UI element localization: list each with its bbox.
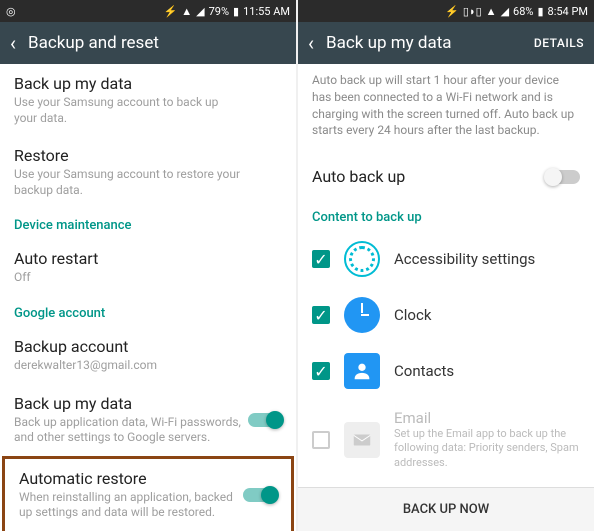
toggle-auto-restore[interactable] [243,488,277,502]
restore[interactable]: Restore Use your Samsung account to rest… [0,136,296,208]
item-sub: Off [14,270,282,286]
automatic-restore[interactable]: Automatic restore When reinstalling an a… [5,459,291,531]
phone-left: ◎ ⚡ ▲ ◢ 79% ▮ 11:55 AM ‹ Backup and rese… [0,0,296,531]
item-title: Auto restart [14,249,282,268]
wifi-icon: ▲ [181,5,192,18]
email-icon [344,422,380,458]
back-icon[interactable]: ‹ [10,31,16,55]
item-hint: Set up the Email app to back up the foll… [394,427,580,470]
list-item-message[interactable]: ✓ Message [298,480,594,487]
item-title: Back up my data [14,74,282,93]
page-title: Backup and reset [28,33,159,53]
battery-pct: 79% [209,5,229,18]
item-label: Accessibility settings [394,250,580,268]
checkbox[interactable]: ✓ [312,306,330,324]
section-google-account: Google account [0,296,296,327]
section-device-maintenance: Device maintenance [0,208,296,239]
location-icon: ◎ [6,5,16,18]
item-sub: Back up application data, Wi-Fi password… [14,415,282,446]
status-bar: ◎ ⚡ ▲ ◢ 79% ▮ 11:55 AM [0,0,296,22]
back-icon[interactable]: ‹ [308,31,314,55]
list-item-contacts[interactable]: ✓ Contacts [298,343,594,399]
settings-list: Back up my data Use your Samsung account… [0,64,296,531]
backup-my-data-google[interactable]: Back up my data Back up application data… [0,384,296,456]
auto-backup-description: Auto back up will start 1 hour after you… [298,64,594,153]
signal-icon: ◢ [501,5,509,18]
list-item-clock[interactable]: ✓ Clock [298,287,594,343]
backup-now-button[interactable]: BACK UP NOW [298,487,594,531]
item-sub: derekwalter13@gmail.com [14,358,282,374]
item-label: Clock [394,306,580,324]
item-title: Back up my data [14,394,282,413]
item-title: Backup account [14,337,282,356]
time: 11:55 AM [243,5,290,18]
list-item-accessibility[interactable]: ✓ Accessibility settings [298,231,594,287]
time: 8:54 PM [548,5,588,18]
wifi-icon: ▲ [486,5,497,18]
list-item-email[interactable]: Email Set up the Email app to back up th… [298,399,594,480]
item-title: Restore [14,146,282,165]
toggle-backup-data[interactable] [248,413,282,427]
item-sub: Use your Samsung account to back up your… [14,95,282,126]
phone-right: ⚡ ▯◗▯ ▲ ◢ 68% ▮ 8:54 PM ‹ Back up my dat… [298,0,594,531]
item-sub: When reinstalling an application, backed… [19,490,277,521]
clock-icon [344,297,380,333]
battery-pct: 68% [513,5,533,18]
title-bar: ‹ Back up my data DETAILS [298,22,594,64]
page-title: Back up my data [326,33,452,53]
bluetooth-icon: ⚡ [164,5,178,18]
checkbox[interactable]: ✓ [312,250,330,268]
item-label: Email [394,409,580,427]
item-label: Contacts [394,362,580,380]
status-bar: ⚡ ▯◗▯ ▲ ◢ 68% ▮ 8:54 PM [298,0,594,22]
backup-content: Auto back up will start 1 hour after you… [298,64,594,487]
backup-my-data-samsung[interactable]: Back up my data Use your Samsung account… [0,64,296,136]
vibrate-icon: ▯◗▯ [463,5,482,18]
contacts-icon [344,353,380,389]
section-content-to-back-up: Content to back up [298,200,594,231]
accessibility-icon [344,241,380,277]
backup-account[interactable]: Backup account derekwalter13@gmail.com [0,327,296,384]
bluetooth-icon: ⚡ [445,5,459,18]
highlight-automatic-restore: Automatic restore When reinstalling an a… [2,456,294,531]
auto-restart[interactable]: Auto restart Off [0,239,296,296]
details-button[interactable]: DETAILS [534,36,584,50]
checkbox[interactable] [312,431,330,449]
signal-icon: ◢ [196,5,204,18]
auto-backup-label: Auto back up [312,167,405,186]
battery-icon: ▮ [233,5,239,18]
item-sub: Use your Samsung account to restore your… [14,167,282,198]
battery-icon: ▮ [537,5,543,18]
content-list: ✓ Accessibility settings ✓ Clock ✓ Conta… [298,231,594,487]
title-bar: ‹ Backup and reset [0,22,296,64]
checkbox[interactable]: ✓ [312,362,330,380]
toggle-auto-backup[interactable] [546,170,580,184]
item-title: Automatic restore [19,469,277,488]
auto-backup-row[interactable]: Auto back up [298,153,594,200]
